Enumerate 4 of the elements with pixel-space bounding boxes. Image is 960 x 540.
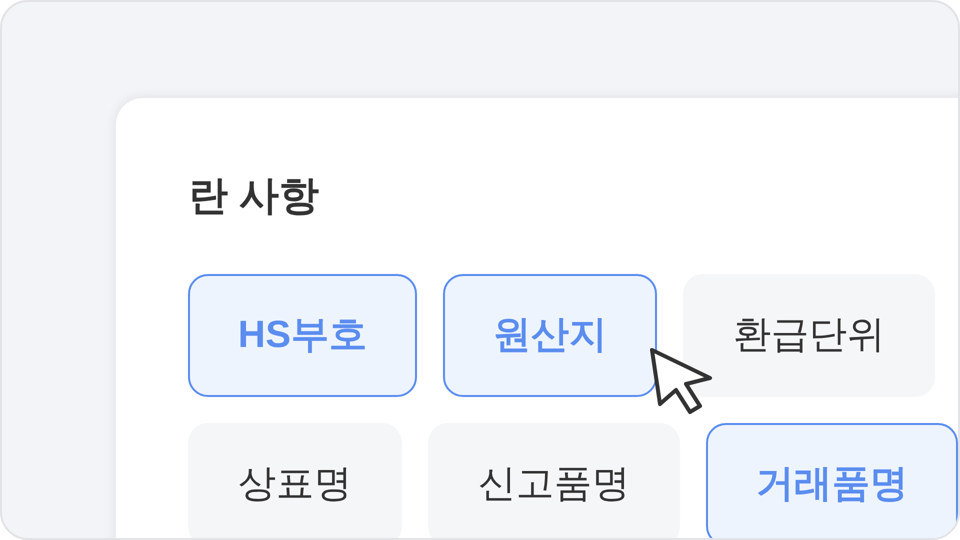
filter-chip[interactable]: 환급단위 (682, 274, 935, 397)
section-title: 란 사항 (188, 176, 320, 216)
filter-chip[interactable]: 신고품명 (428, 423, 680, 538)
filter-chip[interactable]: 상표명 (188, 423, 402, 538)
